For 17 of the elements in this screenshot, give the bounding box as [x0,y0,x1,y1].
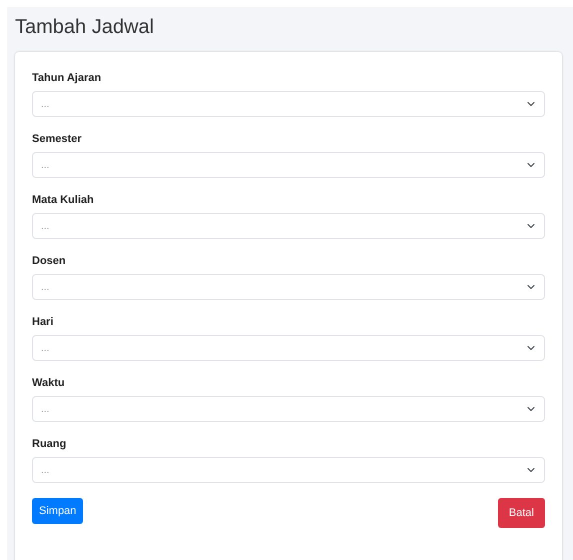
dropdown-field[interactable]: ... [32,457,545,483]
field-label: Ruang [32,437,68,451]
dropdown-field[interactable]: ... [32,396,545,422]
field-label: Waktu [32,376,66,390]
page-title: Tambah Jadwal [15,15,155,39]
field-label: Dosen [32,254,67,268]
field-label: Hari [32,315,54,329]
save-button[interactable]: Simpan [32,498,84,524]
dropdown-field[interactable]: ... [32,274,545,300]
field-label: Tahun Ajaran [32,71,102,85]
dropdown-field[interactable]: ... [32,91,545,117]
cancel-button[interactable]: Batal [498,498,545,528]
dropdown-field[interactable]: ... [32,335,545,361]
dropdown-field[interactable]: ... [32,213,545,239]
field-label: Mata Kuliah [32,193,95,207]
field-label: Semester [32,132,83,146]
dropdown-field[interactable]: ... [32,152,545,178]
